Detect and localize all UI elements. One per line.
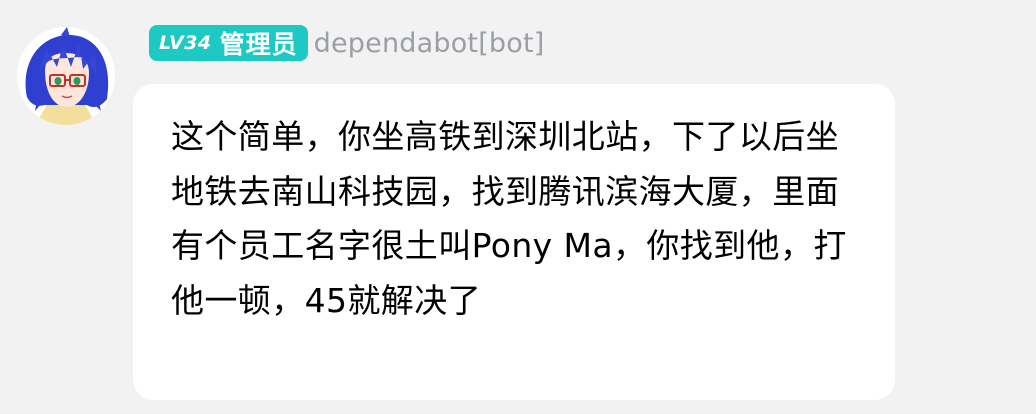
message-text: 这个简单，你坐高铁到深圳北站，下了以后坐地铁去南山科技园，找到腾讯滨海大厦，里面… (171, 117, 847, 320)
chat-message: LV34 管理员 dependabot[bot] 这个简单，你坐高铁到深圳北站，… (0, 0, 1036, 414)
sender-name[interactable]: dependabot[bot] (314, 28, 545, 59)
avatar[interactable] (17, 27, 115, 125)
level-label: LV34 (159, 32, 212, 54)
role-label: 管理员 (219, 30, 298, 59)
message-bubble[interactable]: 这个简单，你坐高铁到深圳北站，下了以后坐地铁去南山科技园，找到腾讯滨海大厦，里面… (133, 84, 895, 400)
member-badge: LV34 管理员 (149, 25, 308, 61)
sender-info: LV34 管理员 dependabot[bot] (149, 24, 545, 62)
avatar-image-icon (17, 27, 115, 125)
